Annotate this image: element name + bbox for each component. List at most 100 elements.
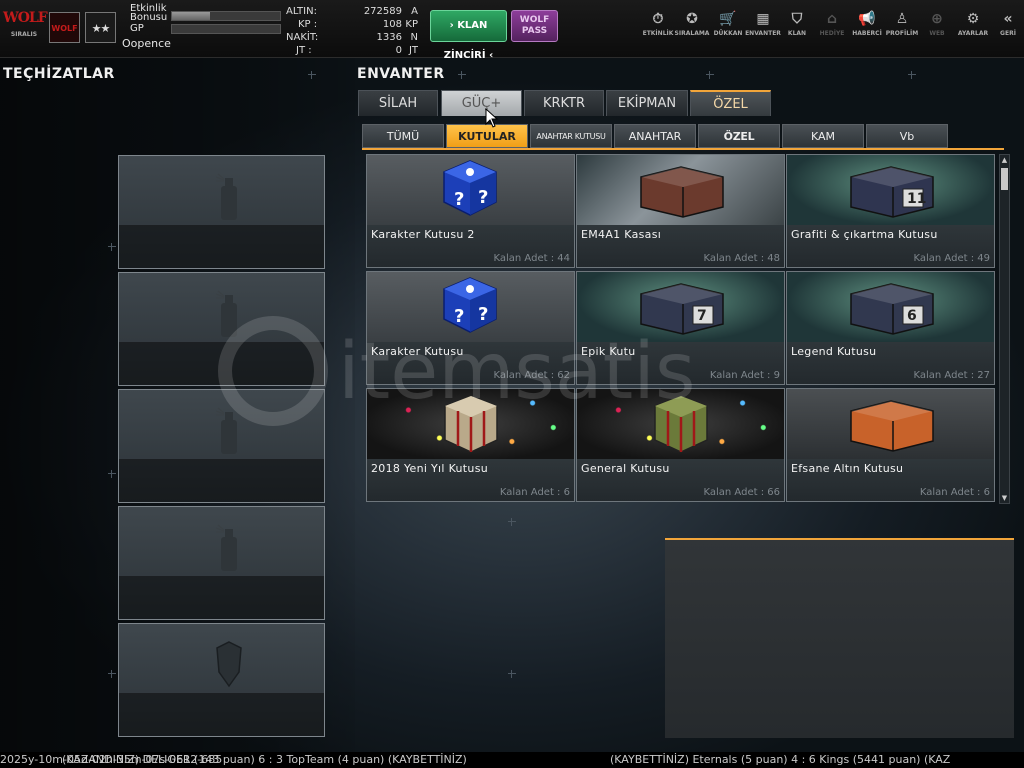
rank-stars-badge: ★★ <box>85 12 116 43</box>
equipment-title: TEÇHİZATLAR <box>3 66 115 82</box>
logo-subtext: SIRALIS <box>10 31 38 38</box>
inventory-item-card[interactable]: ?? Karakter Kutusu 2 Kalan Adet : 44 <box>366 154 575 268</box>
nav-gear-button[interactable]: ⚙ AYARLAR <box>955 10 991 42</box>
equipment-slot-footer <box>119 459 324 502</box>
bonus-progress-bar <box>171 11 281 21</box>
chevron-left-icon: ‹ <box>489 50 494 61</box>
currency-label: KP : <box>298 19 318 30</box>
item-name: EM4A1 Kasası <box>581 228 662 241</box>
remaining-label: Kalan Adet : <box>919 487 981 498</box>
gift-icon: ⌂ <box>826 11 838 27</box>
inventory-scrollbar[interactable]: ▲ ▼ <box>999 154 1010 504</box>
inventory-item-card[interactable]: General Kutusu Kalan Adet : 66 <box>576 388 785 502</box>
nav-profile-button[interactable]: ♙ PROFİLİM <box>884 10 920 42</box>
klan-chain-button[interactable]: › KLAN ZİNCİRİ ‹ <box>430 10 507 61</box>
remaining-label: Kalan Adet : <box>913 370 975 381</box>
svg-text:?: ? <box>454 306 464 327</box>
currency-value: 272589 <box>363 6 402 17</box>
subtab-anahtar[interactable]: ANAHTAR <box>614 124 696 148</box>
subtab-tumu[interactable]: TÜMÜ <box>362 124 444 148</box>
remaining-count: 9 <box>773 370 780 381</box>
remaining-label: Kalan Adet : <box>913 253 975 264</box>
inventory-item-card[interactable]: 6 Legend Kutusu Kalan Adet : 27 <box>786 271 995 385</box>
item-remaining: Kalan Adet : 9 <box>710 370 780 381</box>
equipment-slot[interactable] <box>118 506 325 620</box>
subtab-kam[interactable]: KAM <box>782 124 864 148</box>
item-name: Karakter Kutusu 2 <box>371 228 475 241</box>
equipment-slot-footer <box>119 576 324 619</box>
scrollbar-thumb[interactable] <box>1001 168 1008 190</box>
equipment-slot[interactable] <box>118 155 325 269</box>
wolf-pass-label: PASS <box>521 26 548 36</box>
inventory-item-card[interactable]: EM4A1 Kasası Kalan Adet : 48 <box>576 154 785 268</box>
currency-label: JT : <box>296 45 312 56</box>
inventory-item-card[interactable]: ?? Karakter Kutusu Kalan Adet : 62 <box>366 271 575 385</box>
equipment-slot[interactable] <box>118 623 325 737</box>
stopwatch-icon: ⏱ <box>652 11 664 27</box>
currency-row: KP : 108 KP <box>286 19 426 31</box>
spray-can-silhouette-icon <box>216 524 237 571</box>
remaining-count: 66 <box>767 487 780 498</box>
deco-cross <box>908 71 916 79</box>
nav-globe-button[interactable]: ⊕ WEB <box>919 10 955 42</box>
match-ticker: 2025y-10m-05d-02h-35m-07s-0612-685 (KAZA… <box>0 752 1024 768</box>
inventory-item-card[interactable]: 7 Epik Kutu Kalan Adet : 9 <box>576 271 785 385</box>
inventory-item-card[interactable]: 11 Grafiti & çıkartma Kutusu Kalan Adet : … <box>786 154 995 268</box>
tab-krktr[interactable]: KRKTR <box>524 90 604 116</box>
remaining-count: 49 <box>977 253 990 264</box>
nav-cart-button[interactable]: 🛒 DÜKKAN <box>710 10 746 42</box>
general-box-icon <box>654 395 708 453</box>
item-remaining: Kalan Adet : 6 <box>920 487 990 498</box>
nav-shield-button[interactable]: ⛉ KLAN <box>779 10 815 42</box>
stat-label: GP <box>130 23 144 34</box>
deco-cross <box>458 71 466 79</box>
wolf-pass-button[interactable]: WOLF PASS <box>511 10 558 42</box>
inventory-item-card[interactable]: Efsane Altın Kutusu Kalan Adet : 6 <box>786 388 995 502</box>
nav-back-button[interactable]: « GERİ <box>990 10 1024 42</box>
em4a1-crate-icon <box>640 166 724 218</box>
clan-badge[interactable]: WOLF <box>49 12 80 43</box>
remaining-label: Kalan Adet : <box>703 253 765 264</box>
chevron-right-icon: › <box>449 20 454 31</box>
back-icon: « <box>1003 11 1013 27</box>
item-thumbnail: 11 <box>787 155 994 225</box>
subtab-anahtar-kutusu[interactable]: ANAHTAR KUTUSU <box>530 124 612 148</box>
tab-guc[interactable]: GÜÇ+ <box>441 90 522 116</box>
nav-inventory-button[interactable]: ▦ ENVANTER <box>745 10 781 42</box>
currency-row: JT : 0 JT <box>286 45 426 57</box>
remaining-label: Kalan Adet : <box>499 487 561 498</box>
mystery-box-icon: ?? <box>443 277 497 333</box>
tab-silah[interactable]: SİLAH <box>358 90 438 116</box>
subtab-vb[interactable]: Vb <box>866 124 948 148</box>
scroll-down-arrow[interactable]: ▼ <box>1001 493 1008 503</box>
item-remaining: Kalan Adet : 48 <box>704 253 781 264</box>
currency-unit: A <box>411 6 418 17</box>
nav-label: PROFİLİM <box>885 30 919 37</box>
nav-stopwatch-button[interactable]: ⏱ ETKİNLİK <box>640 10 676 42</box>
scroll-up-arrow[interactable]: ▲ <box>1001 155 1008 165</box>
logo-text: WOLF <box>3 10 48 26</box>
nav-megaphone-button[interactable]: 📢 HABERCİ <box>849 10 885 42</box>
nav-label: AYARLAR <box>957 30 989 37</box>
remaining-count: 48 <box>767 253 780 264</box>
remaining-count: 6 <box>563 487 570 498</box>
item-name: 2018 Yeni Yıl Kutusu <box>371 462 488 475</box>
medal-icon: ✪ <box>686 11 698 27</box>
equipment-slot-footer <box>119 693 324 736</box>
inventory-item-card[interactable]: 2018 Yeni Yıl Kutusu Kalan Adet : 6 <box>366 388 575 502</box>
remaining-label: Kalan Adet : <box>493 370 555 381</box>
top-bar: WOLF SIRALIS WOLF ★★ Etkinlik Bonusu GP … <box>0 0 1024 61</box>
wolf-pass-label: WOLF <box>519 15 550 25</box>
tab-ozel[interactable]: ÖZEL <box>690 90 771 116</box>
subtab-ozel-esyalar[interactable]: ÖZEL EŞYALAR <box>698 124 780 167</box>
item-thumbnail <box>577 389 784 459</box>
nav-medal-button[interactable]: ✪ SIRALAMA <box>674 10 710 42</box>
remaining-count: 6 <box>983 487 990 498</box>
svg-text:11: 11 <box>907 191 926 207</box>
tab-ekipman[interactable]: EKİPMAN <box>606 90 688 116</box>
equipment-slot[interactable] <box>118 389 325 503</box>
item-remaining: Kalan Adet : 49 <box>914 253 991 264</box>
nav-gift-button[interactable]: ⌂ HEDİYE <box>814 10 850 42</box>
nav-label: HABERCİ <box>852 30 882 37</box>
equipment-slot[interactable] <box>118 272 325 386</box>
